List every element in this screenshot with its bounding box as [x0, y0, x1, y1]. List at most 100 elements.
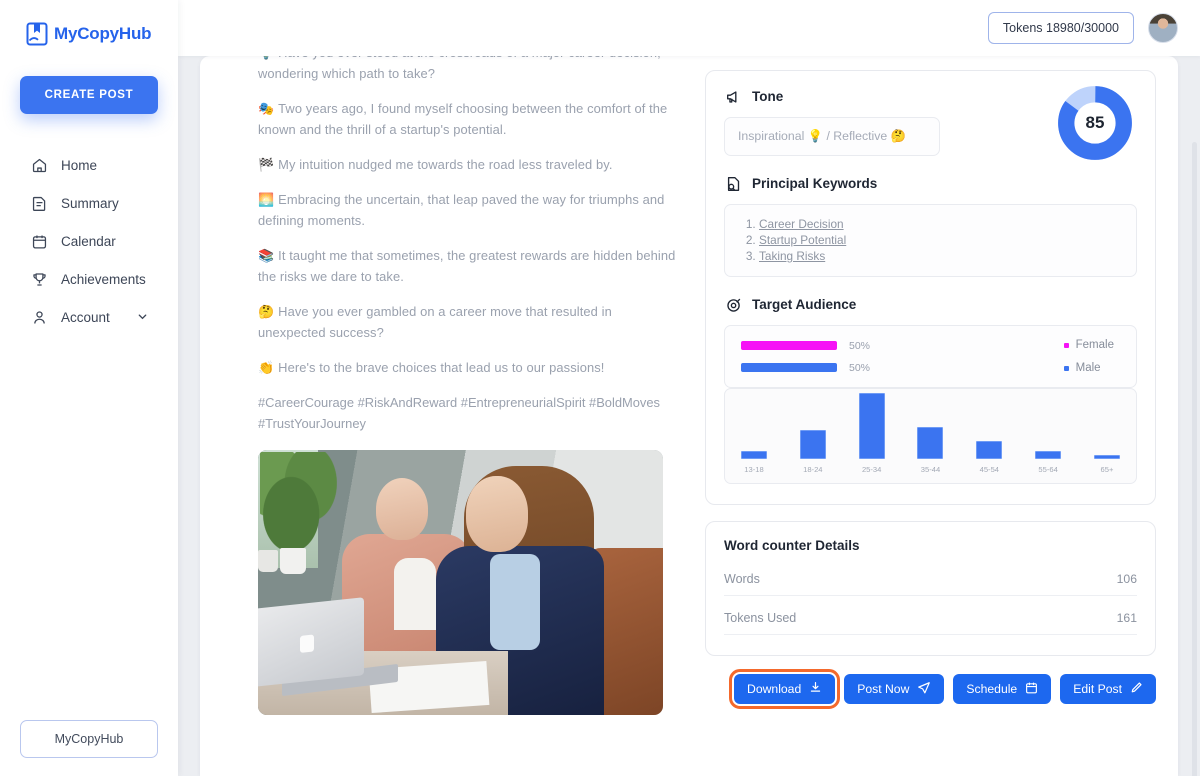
gender-legend: Female Male: [1063, 339, 1120, 374]
brand-logo[interactable]: MyCopyHub: [0, 0, 178, 46]
user-icon: [30, 308, 48, 326]
legend-swatch: [1063, 342, 1069, 348]
gender-chart: 50% 50% Female Male: [724, 325, 1137, 388]
keyword-link[interactable]: Taking Risks: [759, 249, 825, 263]
analytics-column: Tone Inspirational 💡 / Reflective 🤔 85 P…: [705, 56, 1178, 776]
age-bar: [799, 430, 826, 459]
book-bookmark-icon: [26, 22, 48, 46]
post-paragraph: 👏 Here's to the brave choices that lead u…: [258, 360, 605, 375]
calendar-icon: [1025, 681, 1038, 697]
download-icon: [809, 681, 822, 697]
age-bar-label: 18-24: [803, 465, 823, 474]
post-scroll-area[interactable]: 💡Have you ever stood at the crossroads o…: [258, 56, 683, 715]
sidebar-item-calendar[interactable]: Calendar: [0, 222, 178, 260]
list-item[interactable]: Taking Risks: [759, 248, 1122, 264]
megaphone-icon: [724, 87, 743, 106]
gender-bar-male: [741, 363, 837, 372]
sidebar-item-label: Calendar: [61, 233, 116, 249]
result-panel: 💡Have you ever stood at the crossroads o…: [200, 56, 1178, 776]
tone-title: Tone: [752, 89, 784, 104]
gender-bar-female: [741, 341, 837, 350]
post-paragraph: 🎭 Two years ago, I found myself choosing …: [258, 101, 668, 137]
age-bar: [917, 427, 944, 459]
legend-swatch: [1063, 365, 1069, 371]
schedule-button[interactable]: Schedule: [953, 674, 1052, 704]
word-counter-card: Word counter Details Words 106 Tokens Us…: [705, 521, 1156, 656]
sunrise-emoji: 🌅: [258, 192, 275, 207]
keywords-list: Career Decision Startup Potential Taking…: [739, 216, 1122, 264]
avatar[interactable]: [1148, 13, 1178, 43]
keyword-link[interactable]: Career Decision: [759, 217, 844, 231]
topbar: Tokens 18980/30000: [178, 0, 1200, 56]
legend-item-female: Female: [1063, 339, 1114, 351]
post-paragraph: 💡Have you ever stood at the crossroads o…: [258, 56, 683, 84]
word-counter-row: Tokens Used 161: [724, 606, 1137, 635]
main-region: Tokens 18980/30000 💡Have you ever stood …: [178, 0, 1200, 776]
post-hashtags: #CareerCourage #RiskAndReward #Entrepren…: [258, 395, 660, 431]
sidebar-item-label: Summary: [61, 195, 119, 211]
age-bar-column: 35-44: [915, 427, 945, 483]
row-label: Tokens Used: [724, 611, 797, 625]
tokens-badge[interactable]: Tokens 18980/30000: [987, 12, 1134, 44]
sidebar-footer: MyCopyHub: [0, 720, 178, 776]
age-bar: [976, 441, 1003, 459]
audience-header: Target Audience: [724, 295, 1137, 314]
sidebar-item-account[interactable]: Account: [0, 298, 178, 336]
keyword-link[interactable]: Startup Potential: [759, 233, 846, 247]
list-item[interactable]: Startup Potential: [759, 232, 1122, 248]
pencil-icon: [1130, 681, 1143, 697]
action-bar: Download Post Now Schedule Edit Post: [705, 669, 1156, 716]
masks-emoji: 🎭: [258, 101, 275, 116]
age-bar-column: 13-18: [739, 451, 769, 483]
post-paragraph: 📚 It taught me that sometimes, the greate…: [258, 248, 676, 284]
age-bar-label: 55-64: [1038, 465, 1058, 474]
sidebar-item-label: Account: [61, 309, 110, 325]
bulb-emoji: 💡: [258, 56, 274, 60]
app-root: MyCopyHub CREATE POST Home Summary Calen…: [0, 0, 1200, 776]
word-counter-title: Word counter Details: [724, 538, 860, 553]
tone-value-field[interactable]: Inspirational 💡 / Reflective 🤔: [724, 117, 940, 156]
brand-name: MyCopyHub: [54, 24, 152, 43]
content-stage: 💡Have you ever stood at the crossroads o…: [178, 56, 1200, 776]
create-post-button[interactable]: CREATE POST: [20, 76, 158, 114]
gender-value-female: 50%: [849, 339, 871, 352]
sidebar-item-label: Achievements: [61, 271, 146, 287]
word-counter-row: Words 106: [724, 567, 1137, 596]
post-image: [258, 450, 663, 715]
home-icon: [30, 156, 48, 174]
tone-score-value: 85: [1085, 113, 1105, 132]
post-now-button[interactable]: Post Now: [844, 674, 945, 704]
sidebar-item-home[interactable]: Home: [0, 146, 178, 184]
sidebar-nav: Home Summary Calendar Achievements Accou…: [0, 146, 178, 336]
age-distribution-chart: 13-18 18-24 25-34 35-44 45-54 55-64 65+: [724, 388, 1137, 484]
age-bar-label: 13-18: [744, 465, 764, 474]
flag-emoji: 🏁: [258, 157, 275, 172]
age-bar: [741, 451, 767, 459]
gender-value-male: 50%: [849, 361, 871, 374]
age-bar: [858, 393, 885, 459]
age-bar-column: 18-24: [798, 430, 828, 483]
row-label: Words: [724, 572, 760, 586]
legend-item-male: Male: [1063, 362, 1114, 374]
edit-post-button[interactable]: Edit Post: [1060, 674, 1156, 704]
sidebar-item-summary[interactable]: Summary: [0, 184, 178, 222]
books-emoji: 📚: [258, 248, 275, 263]
download-button[interactable]: Download: [729, 669, 841, 709]
post-paragraph: 🤔 Have you ever gambled on a career move …: [258, 304, 612, 340]
list-item[interactable]: Career Decision: [759, 216, 1122, 232]
footer-brand-button[interactable]: MyCopyHub: [20, 720, 158, 758]
chevron-down-icon[interactable]: [137, 310, 148, 325]
tone-score-gauge: 85: [1057, 85, 1133, 161]
vertical-scrollbar[interactable]: [1192, 142, 1197, 776]
document-lines-icon: [30, 194, 48, 212]
clap-emoji: 👏: [258, 360, 275, 375]
age-bar-column: 25-34: [857, 393, 887, 483]
age-bar-label: 25-34: [861, 465, 882, 474]
age-bar-label: 65+: [1100, 465, 1114, 474]
post-paragraph: 🌅 Embracing the uncertain, that leap pave…: [258, 192, 665, 228]
sidebar-item-achievements[interactable]: Achievements: [0, 260, 178, 298]
target-icon: [724, 295, 743, 314]
row-value: 161: [1116, 611, 1137, 625]
age-bar-column: 55-64: [1033, 451, 1063, 483]
gender-bar-row: 50%: [741, 340, 1064, 352]
